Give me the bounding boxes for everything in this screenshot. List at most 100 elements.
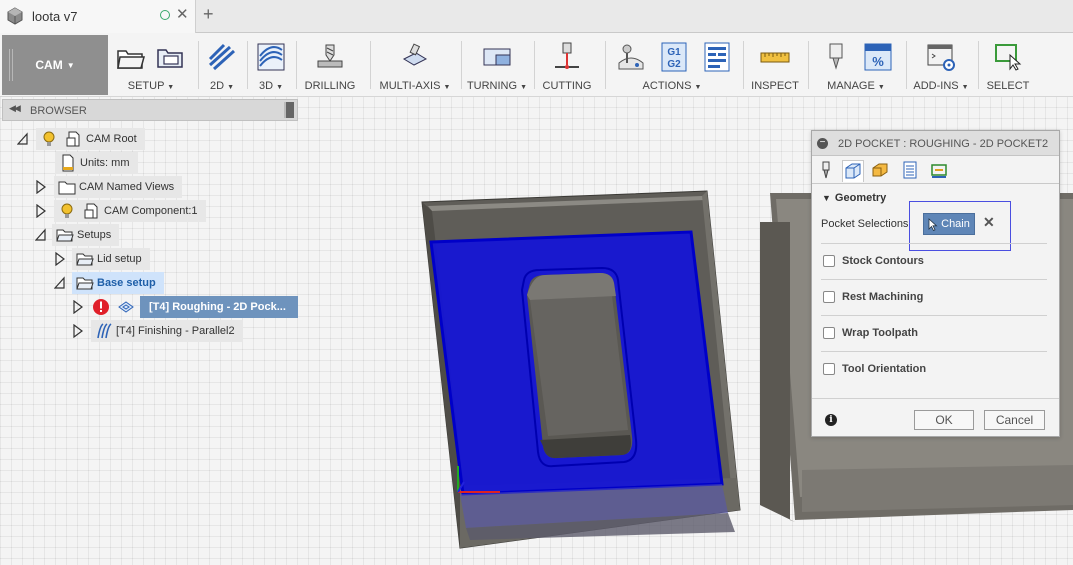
measure-icon[interactable] bbox=[759, 41, 791, 73]
toolbar-divider bbox=[906, 41, 907, 89]
clear-selection-button[interactable]: ✕ bbox=[983, 214, 995, 231]
2d-label: 2D bbox=[209, 80, 225, 92]
rest-machining-checkbox[interactable] bbox=[823, 291, 835, 303]
option-wrap-toolpath[interactable]: Wrap Toolpath bbox=[812, 315, 1059, 351]
expand-triangle-icon[interactable] bbox=[72, 324, 84, 338]
workspace-switcher[interactable]: CAM ▼ bbox=[2, 35, 108, 95]
scripts-addins-icon[interactable] bbox=[925, 41, 957, 73]
geometry-section-header[interactable]: ▼ Geometry bbox=[822, 192, 886, 204]
select-cursor-icon[interactable] bbox=[992, 41, 1024, 73]
folder-open-icon bbox=[56, 229, 74, 242]
open-folder-icon[interactable] bbox=[115, 41, 147, 73]
cutting-icon[interactable] bbox=[551, 41, 583, 73]
tree-node-label: CAM Component:1 bbox=[104, 205, 198, 217]
chain-selection-button[interactable]: Chain bbox=[923, 213, 975, 235]
component-icon bbox=[84, 203, 98, 219]
tree-node-label: CAM Named Views bbox=[79, 181, 175, 193]
chain-button-label: Chain bbox=[941, 218, 970, 230]
setup-sheet-icon[interactable] bbox=[701, 41, 733, 73]
collapse-dialog-icon[interactable]: − bbox=[817, 138, 828, 149]
expand-triangle-icon[interactable] bbox=[72, 300, 84, 314]
toolbar-divider bbox=[743, 41, 744, 89]
geometry-icon bbox=[845, 163, 861, 179]
setup-group[interactable]: SETUP ▼ bbox=[111, 33, 191, 97]
select-group[interactable]: SELECT bbox=[982, 33, 1034, 97]
collapse-panel-icon[interactable]: ◀◀ bbox=[9, 103, 21, 114]
expand-triangle-icon[interactable] bbox=[35, 204, 47, 218]
tree-node-label: [T4] Roughing - 2D Pock... bbox=[149, 301, 286, 313]
collapse-triangle-icon[interactable] bbox=[17, 132, 29, 146]
multi-axis-group[interactable]: MULTI-AXIS ▼ bbox=[374, 33, 456, 97]
option-rest-machining[interactable]: Rest Machining bbox=[812, 279, 1059, 315]
cursor-arrow-icon bbox=[928, 217, 938, 231]
wrap-toolpath-label: Wrap Toolpath bbox=[842, 327, 918, 339]
post-process-icon[interactable]: G1 G2 bbox=[658, 41, 690, 73]
svg-text:G1: G1 bbox=[667, 47, 681, 58]
setup-folder-icon[interactable] bbox=[155, 41, 187, 73]
dialog-title: 2D POCKET : ROUGHING - 2D POCKET2 bbox=[838, 138, 1049, 150]
toolbar-divider bbox=[978, 41, 979, 89]
expand-triangle-icon[interactable] bbox=[35, 180, 47, 194]
chevron-down-icon: ▼ bbox=[694, 84, 702, 91]
setup-label: SETUP bbox=[127, 80, 165, 92]
tab-heights[interactable] bbox=[870, 160, 892, 182]
lightbulb-icon[interactable] bbox=[40, 130, 58, 148]
ok-button[interactable]: OK bbox=[914, 410, 974, 430]
pin-panel-icon[interactable] bbox=[284, 102, 294, 118]
wrap-toolpath-checkbox[interactable] bbox=[823, 327, 835, 339]
turning-icon[interactable] bbox=[481, 41, 513, 73]
add-ins-group[interactable]: ADD-INS ▼ bbox=[910, 33, 972, 97]
turning-group[interactable]: TURNING ▼ bbox=[465, 33, 529, 97]
3d-group[interactable]: 3D ▼ bbox=[251, 33, 291, 97]
lightbulb-icon[interactable] bbox=[58, 202, 76, 220]
tool-orientation-checkbox[interactable] bbox=[823, 363, 835, 375]
chevron-down-icon: ▼ bbox=[227, 84, 235, 91]
dialog-tabs bbox=[812, 157, 1059, 184]
tab-passes[interactable] bbox=[900, 160, 922, 182]
collapse-triangle-icon[interactable] bbox=[54, 276, 66, 290]
collapse-section-icon[interactable]: ▼ bbox=[822, 193, 831, 203]
expand-triangle-icon[interactable] bbox=[54, 252, 66, 266]
error-icon[interactable] bbox=[92, 298, 110, 316]
inspect-group[interactable]: INSPECT bbox=[747, 33, 803, 97]
new-tab-button[interactable]: + bbox=[203, 4, 214, 24]
stock-contours-checkbox[interactable] bbox=[823, 255, 835, 267]
select-label: SELECT bbox=[986, 80, 1030, 92]
collapse-triangle-icon[interactable] bbox=[35, 228, 47, 242]
close-tab-button[interactable]: ✕ bbox=[176, 6, 189, 24]
tab-tool[interactable] bbox=[816, 160, 838, 182]
cancel-button[interactable]: Cancel bbox=[984, 410, 1045, 430]
browser-panel-header[interactable]: ◀◀ BROWSER bbox=[2, 99, 298, 121]
base-part[interactable] bbox=[421, 190, 741, 549]
template-library-icon[interactable]: % bbox=[862, 41, 894, 73]
dialog-title-bar[interactable]: − 2D POCKET : ROUGHING - 2D POCKET2 bbox=[812, 131, 1059, 156]
tree-node-label: [T4] Finishing - Parallel2 bbox=[116, 325, 235, 337]
document-tab[interactable]: loota v7 ✕ bbox=[0, 0, 196, 33]
simulate-icon[interactable] bbox=[615, 41, 647, 73]
cutting-group[interactable]: CUTTING bbox=[538, 33, 596, 97]
2d-group[interactable]: 2D ▼ bbox=[202, 33, 242, 97]
toolbar-divider bbox=[461, 41, 462, 89]
divider bbox=[821, 351, 1047, 352]
drill-icon[interactable] bbox=[314, 41, 346, 73]
option-stock-contours[interactable]: Stock Contours bbox=[812, 243, 1059, 279]
2d-toolpath-icon[interactable] bbox=[206, 41, 238, 73]
chevron-down-icon: ▼ bbox=[877, 84, 885, 91]
3d-toolpath-icon[interactable] bbox=[255, 41, 287, 73]
toolbar-divider bbox=[605, 41, 606, 89]
drilling-group[interactable]: DRILLING bbox=[300, 33, 360, 97]
manage-group[interactable]: % MANAGE ▼ bbox=[812, 33, 900, 97]
tab-geometry[interactable] bbox=[842, 160, 864, 182]
divider bbox=[812, 398, 1059, 399]
tool-orientation-label: Tool Orientation bbox=[842, 363, 927, 375]
info-icon[interactable]: i bbox=[825, 414, 837, 426]
svg-text:G2: G2 bbox=[667, 59, 681, 70]
tool-library-icon[interactable] bbox=[820, 41, 852, 73]
option-tool-orientation[interactable]: Tool Orientation bbox=[812, 351, 1059, 387]
actions-group[interactable]: G1 G2 ACTIONS ▼ bbox=[609, 33, 735, 97]
cutting-label: CUTTING bbox=[542, 80, 592, 92]
turning-label: TURNING bbox=[466, 80, 518, 92]
document-cube-icon bbox=[6, 7, 24, 28]
tab-linking[interactable] bbox=[929, 160, 951, 182]
multi-axis-icon[interactable] bbox=[398, 41, 430, 73]
